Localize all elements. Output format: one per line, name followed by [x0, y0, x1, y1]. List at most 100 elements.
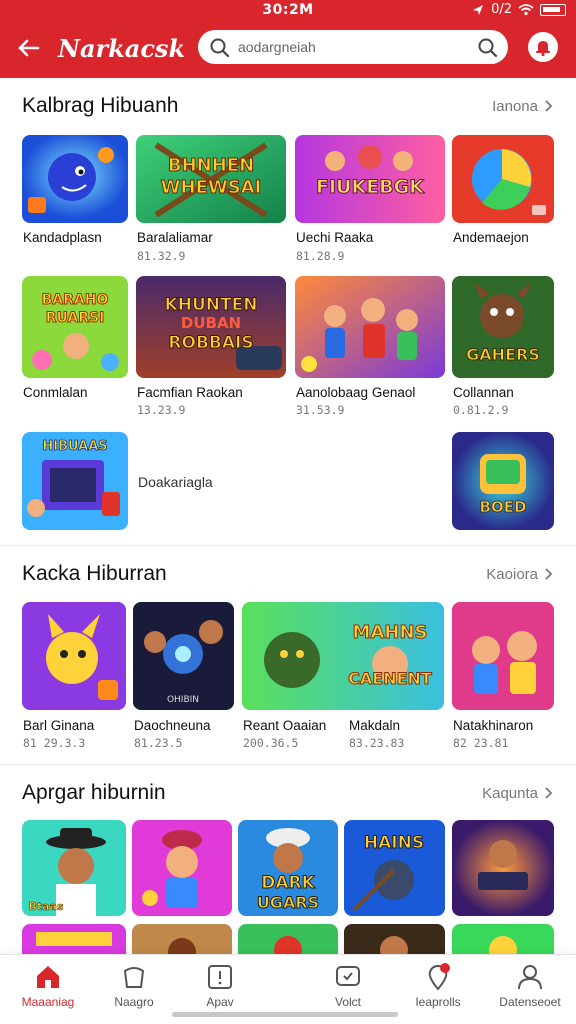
tile-label: Makdaln [349, 718, 401, 733]
nav-label: Maaaniag [21, 995, 75, 1009]
game-tile[interactable] [132, 820, 232, 916]
game-tile[interactable]: OHIBIN [133, 602, 234, 710]
game-tile[interactable]: HIBUAAS [22, 432, 128, 530]
chevron-right-icon [545, 568, 553, 580]
svg-text:BOED: BOED [480, 498, 527, 516]
game-tile[interactable]: BARAHO RUARSI [22, 276, 128, 378]
notification-badge [440, 963, 450, 973]
app-root: 30:2M 0/2 Narkacsk aodargneiah Kalbrag H… [0, 0, 576, 1024]
svg-text:Btaas: Btaas [28, 900, 63, 913]
tile-label: Reant Oaaian [243, 718, 327, 733]
svg-text:OHIBIN: OHIBIN [167, 695, 199, 705]
section-header-3: Aprgar hiburnin Kaqunta [22, 778, 554, 808]
svg-text:ROBBAIS: ROBBAIS [168, 333, 253, 353]
svg-text:BHNHEN: BHNHEN [168, 155, 254, 176]
game-tile[interactable] [452, 602, 554, 710]
svg-text:UGARS: UGARS [257, 893, 319, 912]
tile-meta: 0.81.2.9 [453, 403, 509, 417]
see-more-label: Ianona [492, 97, 538, 115]
game-tile[interactable]: GAHERS [452, 276, 554, 378]
nav-item-map[interactable]: Ieaprolls [390, 963, 486, 1019]
status-bar: 30:2M 0/2 [0, 0, 576, 22]
home-indicator[interactable] [172, 1012, 398, 1017]
game-tile[interactable] [22, 602, 126, 710]
section-divider [0, 545, 576, 546]
game-tile[interactable]: KHUNTEN DUBAN ROBBAIS [136, 276, 286, 378]
svg-text:BARAHO: BARAHO [42, 292, 109, 308]
svg-text:CAENENT: CAENENT [348, 669, 432, 688]
nav-label: Ieaprolls [415, 995, 461, 1009]
search-bar[interactable]: aodargneiah [198, 30, 508, 64]
tile-label: Baralaliamar [137, 230, 213, 245]
tile-label: Facmfian Raokan [137, 385, 243, 400]
game-tile[interactable] [295, 276, 445, 378]
svg-text:FIUKEBGK: FIUKEBGK [316, 176, 425, 198]
section-title: Kalbrag Hibuanh [22, 94, 179, 117]
game-tile[interactable]: BHNHEN WHEWSAI [136, 135, 286, 223]
svg-text:RUARSI: RUARSI [46, 310, 105, 326]
tile-label: Barl Ginana [23, 718, 95, 733]
chevron-right-icon [545, 100, 553, 112]
tile-meta: 13.23.9 [137, 403, 186, 417]
svg-text:HAINS: HAINS [364, 833, 424, 853]
see-more-label: Kaqunta [482, 784, 538, 802]
game-tile[interactable]: DARK UGARS [238, 820, 338, 916]
game-tile[interactable]: FIUKEBGK [295, 135, 445, 223]
back-arrow-icon[interactable] [14, 33, 44, 63]
game-tile[interactable]: HAINS [344, 820, 445, 916]
tile-meta: 81.23.5 [134, 736, 183, 750]
see-more-label: Kaoiora [486, 565, 538, 583]
tile-label: Andemaejon [453, 230, 529, 245]
tile-label: Collannan [453, 385, 514, 400]
game-tile[interactable] [452, 820, 554, 916]
game-tile[interactable]: MAHNS CAENENT [242, 602, 444, 710]
tile-meta: 81.32.9 [137, 249, 186, 263]
tile-meta: 82 23.81 [453, 736, 509, 750]
nav-item-apps[interactable]: Apav [172, 963, 268, 1019]
top-bar: Narkacsk aodargneiah [0, 24, 576, 72]
game-tile[interactable] [452, 135, 554, 223]
tile-meta: 81.28.9 [296, 249, 345, 263]
nav-item-shop[interactable]: Naagro [86, 963, 182, 1019]
wifi-icon [518, 3, 534, 15]
search-input[interactable]: aodargneiah [238, 39, 476, 55]
game-tile[interactable]: BOED [452, 432, 554, 530]
home-icon [37, 966, 59, 988]
section-title: Kacka Hiburran [22, 562, 167, 585]
see-more-link[interactable]: Kaqunta [482, 785, 554, 802]
app-header: 30:2M 0/2 Narkacsk aodargneiah [0, 0, 576, 78]
see-more-link[interactable]: Ianona [492, 98, 554, 115]
svg-text:DUBAN: DUBAN [181, 314, 241, 332]
search-submit-icon[interactable] [476, 36, 498, 58]
section-title: Aprgar hiburnin [22, 781, 166, 804]
see-more-link[interactable]: Kaoiora [486, 566, 554, 583]
svg-text:GAHERS: GAHERS [466, 345, 540, 364]
signal-text: 0/2 [491, 2, 512, 17]
nav-item-profile[interactable]: Datenseoet [482, 963, 576, 1019]
notification-button[interactable] [528, 32, 558, 62]
apps-icon [208, 965, 232, 989]
battery-icon [540, 3, 566, 16]
nav-label: Apav [206, 995, 234, 1009]
search-icon [210, 38, 230, 58]
nav-item-chat[interactable]: Volct [300, 963, 396, 1019]
nav-label: Naagro [114, 995, 154, 1009]
tile-label: Conmlalan [23, 385, 88, 400]
section-header-2: Kacka Hiburran Kaoiora [22, 559, 554, 589]
svg-text:MAHNS: MAHNS [353, 622, 428, 643]
app-title: Narkacsk [58, 33, 186, 63]
svg-text:WHEWSAI: WHEWSAI [161, 177, 262, 198]
tile-label: Kandadplasn [23, 230, 102, 245]
shop-icon [123, 967, 145, 988]
bell-icon [536, 41, 550, 57]
location-icon [473, 4, 484, 15]
svg-text:DARK: DARK [261, 873, 315, 893]
tile-meta: 200.36.5 [243, 736, 299, 750]
nav-item-home[interactable]: Maaaniag [0, 963, 96, 1019]
chevron-right-icon [545, 787, 553, 799]
tile-label: Natakhinaron [453, 718, 534, 733]
game-tile[interactable] [22, 135, 128, 223]
tile-meta: 83.23.83 [349, 736, 405, 750]
game-tile[interactable]: Btaas [22, 820, 126, 916]
tile-label: Daochneuna [134, 718, 211, 733]
